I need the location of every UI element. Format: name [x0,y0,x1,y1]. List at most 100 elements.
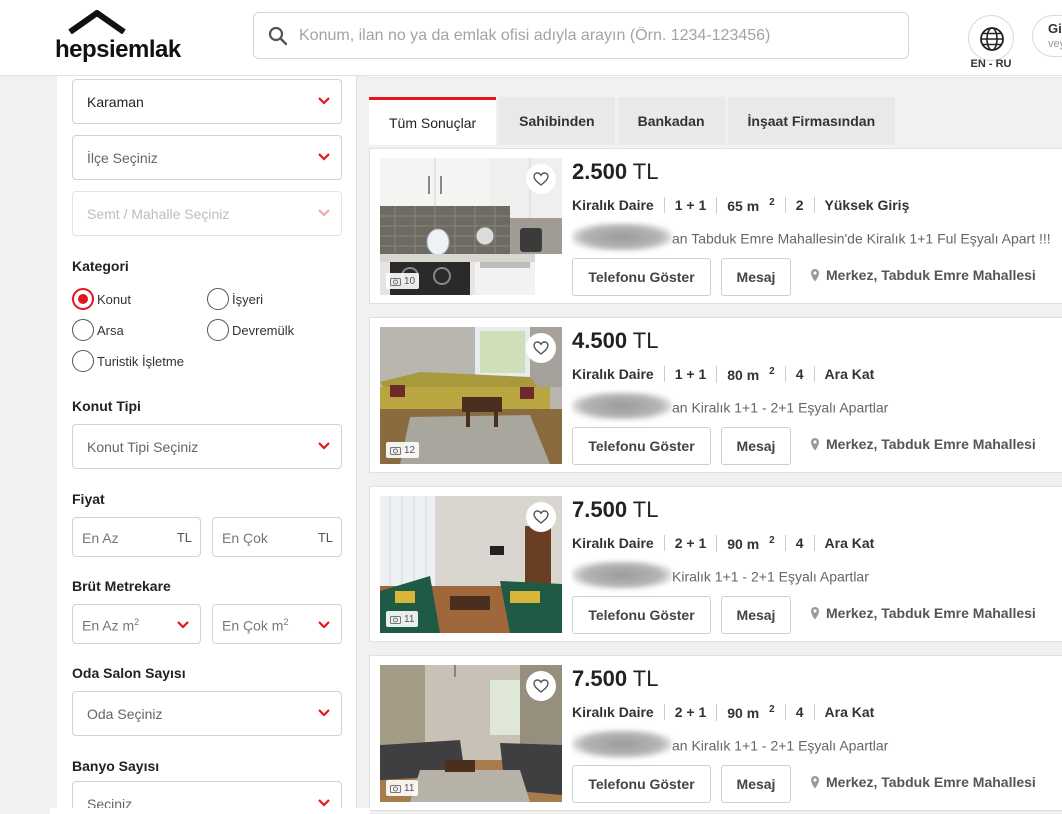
camera-icon [390,277,401,286]
listing-card[interactable]: 11 7.500 TL Kiralık Daire 2 + 1 90 m2 4 … [369,486,1062,642]
radio-button[interactable] [72,319,94,341]
radio-button[interactable] [72,350,94,372]
chevron-down-icon [318,709,330,717]
listing-title[interactable]: an Kiralık 1+1 - 2+1 Eşyalı Apartlar [572,392,888,420]
show-phone-button[interactable]: Telefonu Göster [572,596,711,634]
logo-text: hepsiemlak [55,36,181,63]
listing-specs: Kiralık Daire 2 + 1 90 m2 4 Ara Kat [572,535,884,552]
listing-floor: Ara Kat [813,535,885,552]
listing-photo[interactable]: 12 [380,327,562,464]
listing-price: 7.500 TL [572,497,659,522]
listing-floor-count: 4 [784,366,814,383]
listing-floor: Ara Kat [813,366,885,383]
redacted-blur [572,223,672,251]
site-header: hepsiemlak EN - RU Giriş veya [0,0,1062,76]
photo-count-badge: 11 [386,780,419,796]
radio-button[interactable] [207,288,229,310]
message-button[interactable]: Mesaj [721,258,791,296]
listing-price: 7.500 TL [572,666,659,691]
listing-location: Merkez, Tabduk Emre Mahallesi [810,267,1036,283]
listing-rooms: 2 + 1 [663,704,717,721]
housing-type-value: Konut Tipi Seçiniz [87,439,199,455]
listing-title[interactable]: Kiralık 1+1 - 2+1 Eşyalı Apartlar [572,561,869,589]
listing-location: Merkez, Tabduk Emre Mahallesi [810,774,1036,790]
message-button[interactable]: Mesaj [721,596,791,634]
housing-type-select[interactable]: Konut Tipi Seçiniz [72,424,342,469]
housing-type-title: Konut Tipi [72,398,141,414]
favorite-button[interactable] [526,502,556,532]
listing-floor-count: 4 [784,704,814,721]
radio-turistik-isletme[interactable]: Turistik İşletme [72,350,184,372]
listing-specs: Kiralık Daire 1 + 1 80 m2 4 Ara Kat [572,366,884,383]
listing-location: Merkez, Tabduk Emre Mahallesi [810,605,1036,621]
listing-floor: Ara Kat [813,704,885,721]
city-select[interactable]: Karaman [72,79,342,124]
listing-floor: Yüksek Giriş [813,197,920,214]
search-input[interactable] [299,13,899,58]
radio-arsa[interactable]: Arsa [72,319,124,341]
radio-konut[interactable]: Konut [72,288,131,310]
area-title: Brüt Metrekare [72,578,171,594]
logo[interactable]: hepsiemlak [55,10,195,66]
show-phone-button[interactable]: Telefonu Göster [572,427,711,465]
tab-owner[interactable]: Sahibinden [499,97,615,145]
chevron-down-icon [318,209,330,217]
camera-icon [390,784,401,793]
tab-bank[interactable]: Bankadan [617,97,725,145]
listing-card[interactable]: 10 2.500 TL Kiralık Daire 1 + 1 65 m2 2 … [369,148,1062,304]
chevron-down-icon [318,153,330,161]
tab-construction[interactable]: İnşaat Firmasından [727,97,896,145]
result-tabs: Tüm Sonuçlar Sahibinden Bankadan İnşaat … [369,97,898,145]
listing-photo[interactable]: 10 [380,158,562,295]
message-button[interactable]: Mesaj [721,427,791,465]
listing-type: Kiralık Daire [572,197,654,214]
chevron-down-icon [318,442,330,450]
listing-card[interactable]: 12 4.500 TL Kiralık Daire 1 + 1 80 m2 4 … [369,317,1062,473]
search-icon [268,26,288,46]
listing-rooms: 2 + 1 [663,535,717,552]
neighborhood-select[interactable]: Semt / Mahalle Seçiniz [72,191,342,236]
area-max-select[interactable]: En Çok m2 [212,604,342,644]
heart-icon [533,172,549,186]
tab-all-results[interactable]: Tüm Sonuçlar [369,97,497,145]
listing-rooms: 1 + 1 [663,197,717,214]
city-value: Karaman [87,94,144,110]
listing-specs: Kiralık Daire 2 + 1 90 m2 4 Ara Kat [572,704,884,721]
area-min-select[interactable]: En Az m2 [72,604,201,644]
price-title: Fiyat [72,491,105,507]
radio-button[interactable] [72,288,94,310]
listing-card[interactable]: 11 7.500 TL Kiralık Daire 2 + 1 90 m2 4 … [369,655,1062,811]
favorite-button[interactable] [526,164,556,194]
radio-isyeri[interactable]: İşyeri [207,288,263,310]
language-button[interactable] [968,15,1014,61]
listing-price: 2.500 TL [572,159,659,184]
price-max-input[interactable]: En Çok TL [212,517,342,557]
listing-title[interactable]: an Tabduk Emre Mahallesin'de Kiralık 1+1… [572,223,1051,251]
neighborhood-value: Semt / Mahalle Seçiniz [87,206,230,222]
favorite-button[interactable] [526,671,556,701]
listing-photo[interactable]: 11 [380,665,562,802]
login-label: Giriş [1048,21,1062,36]
show-phone-button[interactable]: Telefonu Göster [572,765,711,803]
bath-title: Banyo Sayısı [72,758,160,774]
listing-floor-count: 2 [784,197,814,214]
rooms-select[interactable]: Oda Seçiniz [72,691,342,736]
radio-button[interactable] [207,319,229,341]
listing-title[interactable]: an Kiralık 1+1 - 2+1 Eşyalı Apartlar [572,730,888,758]
login-button[interactable]: Giriş veya [1032,15,1062,57]
house-roof-icon [68,10,126,34]
location-pin-icon [811,607,819,620]
message-button[interactable]: Mesaj [721,765,791,803]
listing-specs: Kiralık Daire 1 + 1 65 m2 2 Yüksek Giriş [572,197,919,214]
listing-price: 4.500 TL [572,328,659,353]
show-phone-button[interactable]: Telefonu Göster [572,258,711,296]
radio-devremulk[interactable]: Devremülk [207,319,294,341]
listing-type: Kiralık Daire [572,704,654,721]
price-min-input[interactable]: En Az TL [72,517,201,557]
listing-photo[interactable]: 11 [380,496,562,633]
search-box[interactable] [253,12,909,59]
district-select[interactable]: İlçe Seçiniz [72,135,342,180]
favorite-button[interactable] [526,333,556,363]
camera-icon [390,446,401,455]
photo-count-badge: 12 [386,442,420,458]
